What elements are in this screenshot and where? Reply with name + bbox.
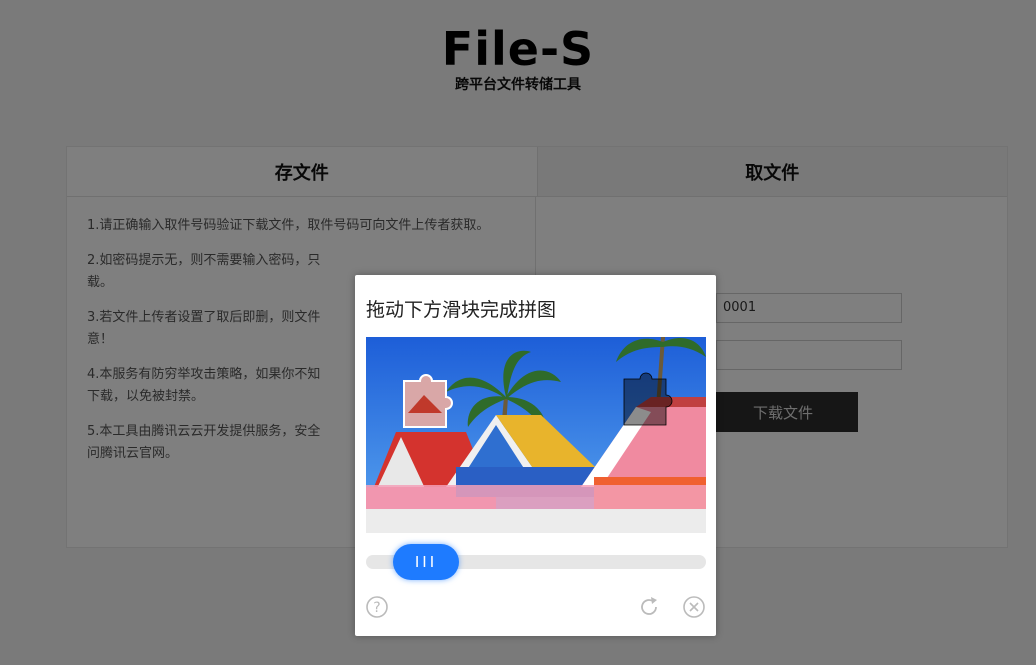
captcha-dialog: 拖动下方滑块完成拼图 III ? — [355, 275, 716, 636]
slider-knob[interactable]: III — [393, 544, 459, 580]
svg-text:?: ? — [373, 600, 380, 616]
puzzle-scene — [366, 337, 706, 533]
refresh-icon[interactable] — [637, 595, 661, 619]
puzzle-image — [366, 337, 706, 533]
close-icon[interactable] — [682, 595, 706, 619]
captcha-title: 拖动下方滑块完成拼图 — [366, 299, 557, 321]
help-icon[interactable]: ? — [365, 595, 389, 619]
